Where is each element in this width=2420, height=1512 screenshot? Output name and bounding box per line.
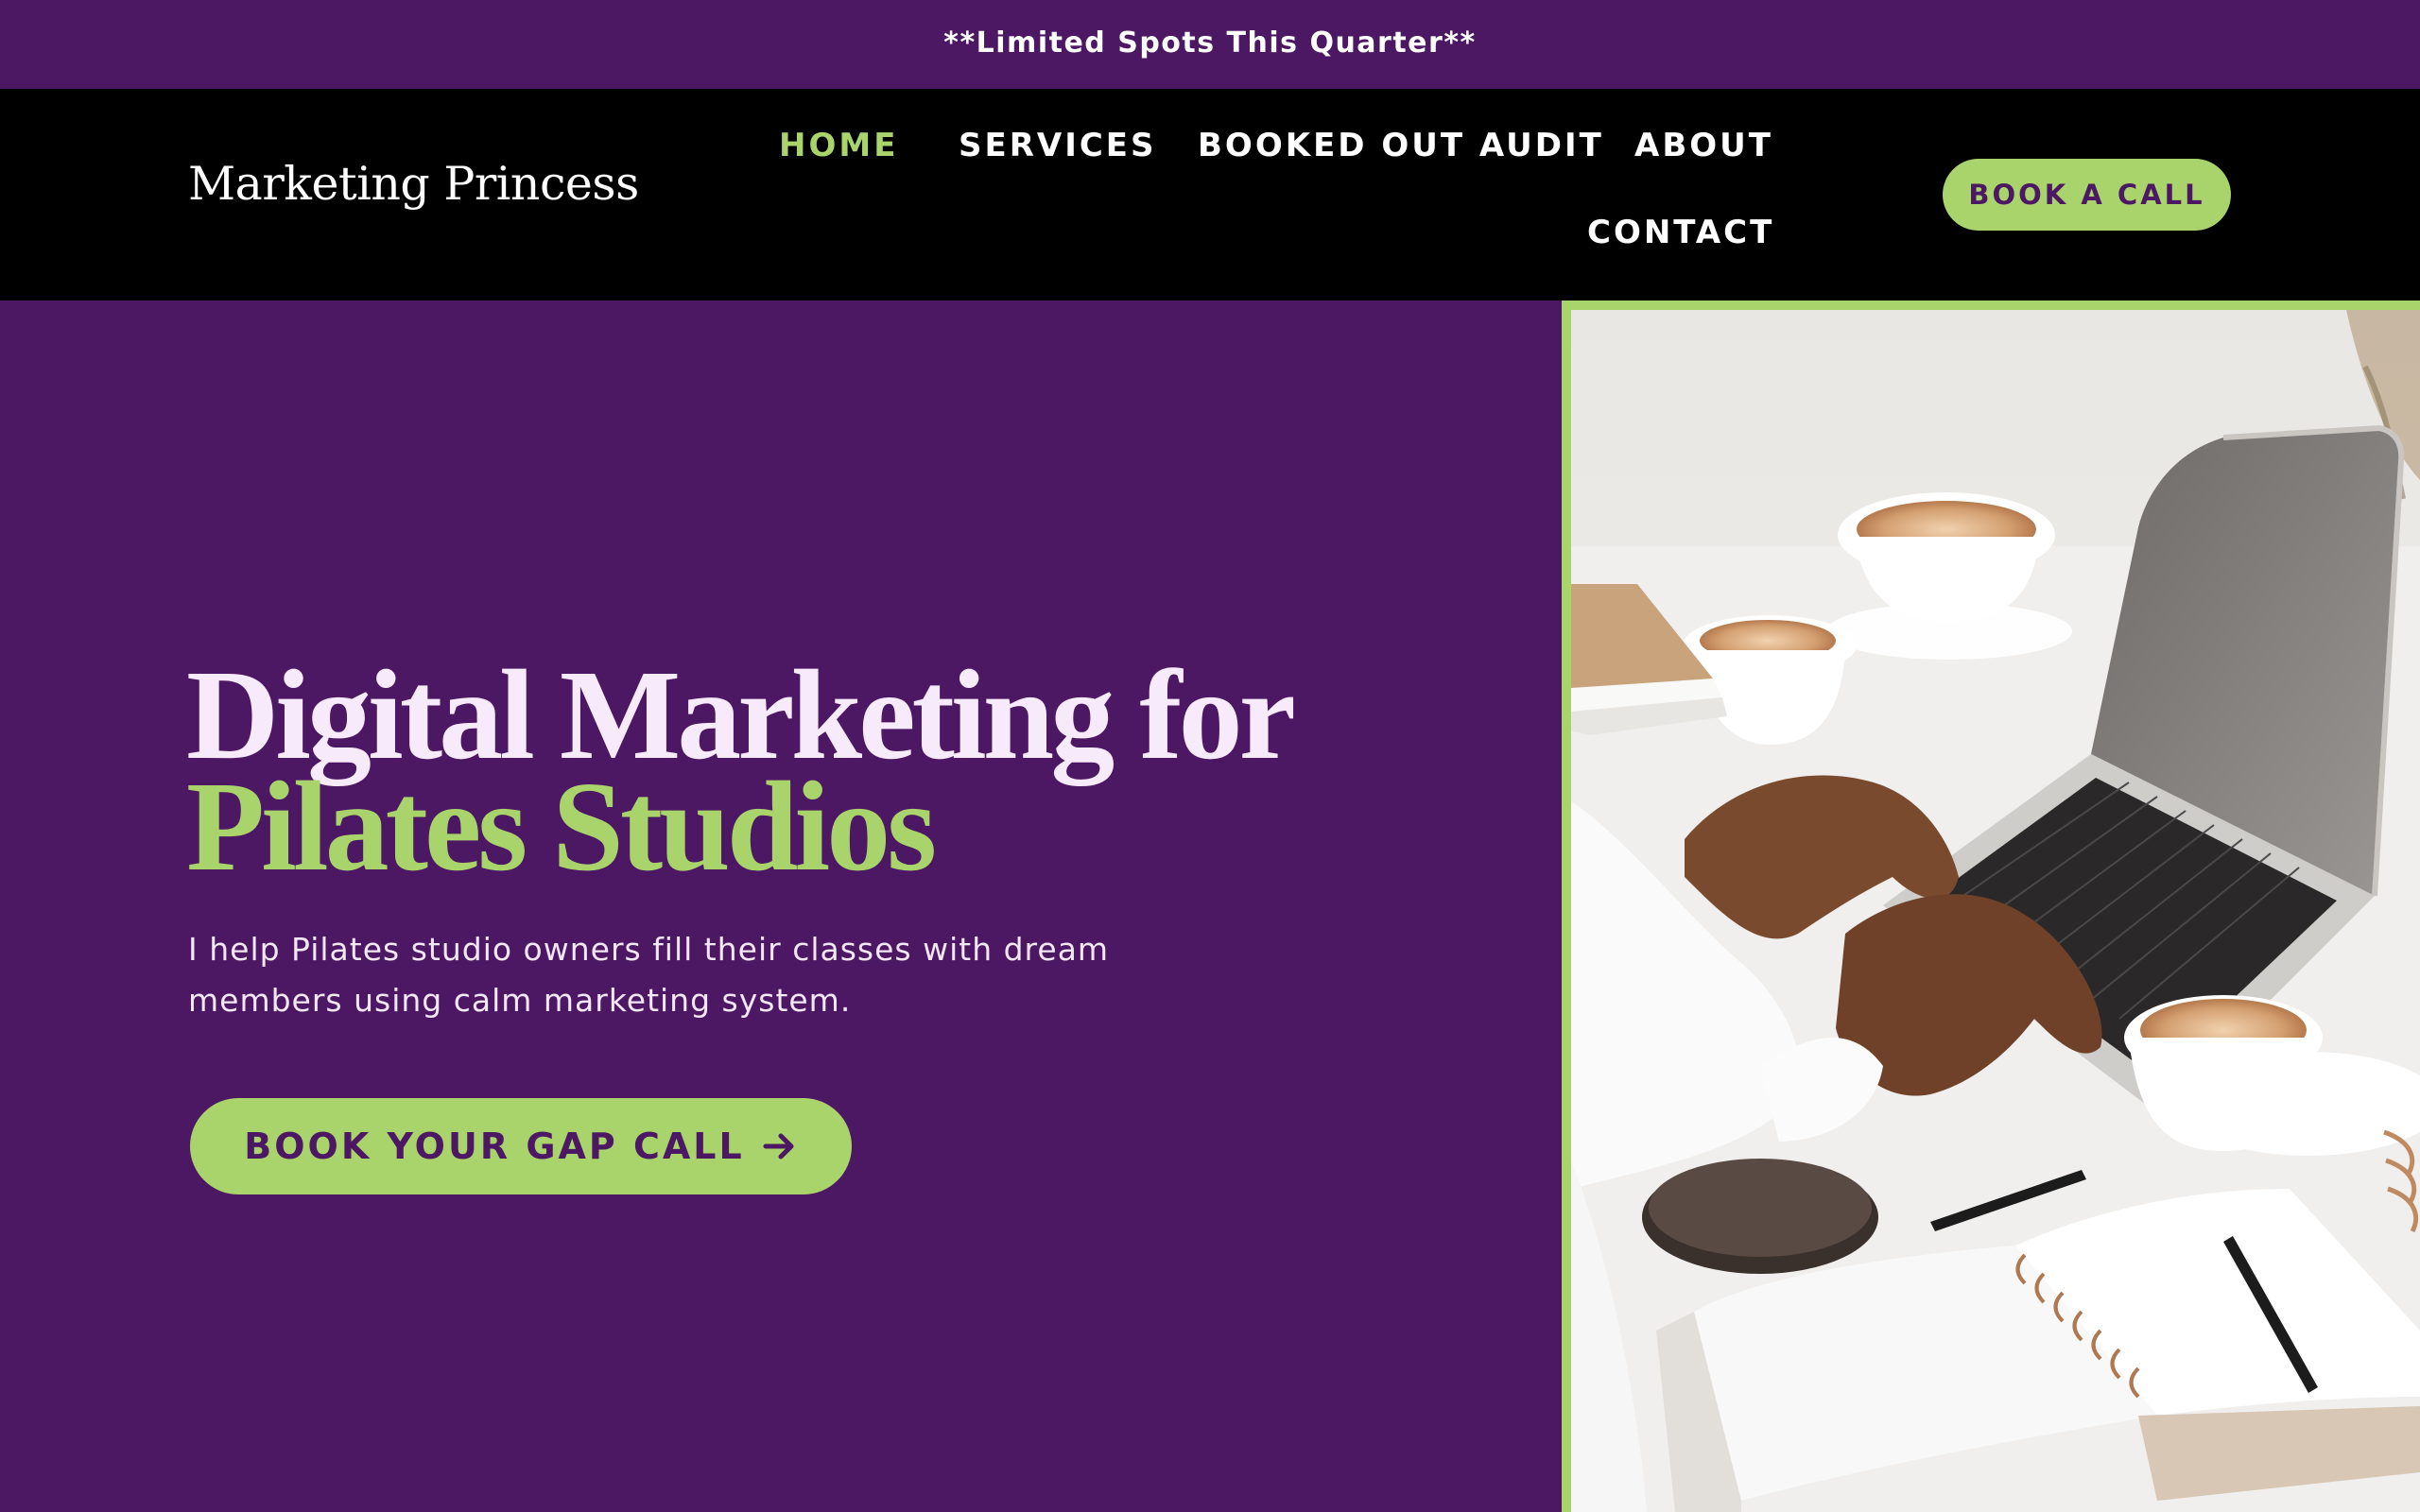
book-gap-call-label: BOOK YOUR GAP CALL: [244, 1125, 745, 1167]
book-gap-call-button[interactable]: BOOK YOUR GAP CALL: [190, 1098, 852, 1194]
announcement-text: **Limited Spots This Quarter**: [943, 26, 1477, 60]
book-a-call-button[interactable]: BOOK A CALL: [1943, 159, 2231, 231]
hero-title-line-1: Digital Marketing for: [186, 644, 1296, 786]
nav-booked-out-audit[interactable]: BOOKED OUT AUDIT: [1198, 127, 1604, 164]
arrow-right-icon: [760, 1127, 798, 1165]
nav-about[interactable]: ABOUT: [1634, 127, 1773, 164]
site-header: Marketing Princess HOME SERVICES BOOKED …: [0, 89, 2420, 301]
hero-subtitle: I help Pilates studio owners fill their …: [188, 931, 1110, 1019]
announcement-bar: **Limited Spots This Quarter**: [0, 0, 2420, 89]
laptop-desk-photo: [1571, 310, 2420, 1512]
hero-image-frame: [1562, 301, 2420, 1512]
hero-section: Digital Marketing for Pilates Studios I …: [0, 301, 1562, 1512]
nav-contact[interactable]: CONTACT: [1587, 214, 1774, 251]
hero-title-line-2: Pilates Studios: [186, 756, 937, 898]
hero-title: Digital Marketing for Pilates Studios: [186, 644, 1296, 898]
nav-home[interactable]: HOME: [779, 127, 898, 164]
hero-image: [1571, 310, 2420, 1512]
nav-services[interactable]: SERVICES: [959, 127, 1157, 164]
site-logo[interactable]: Marketing Princess: [188, 157, 639, 211]
